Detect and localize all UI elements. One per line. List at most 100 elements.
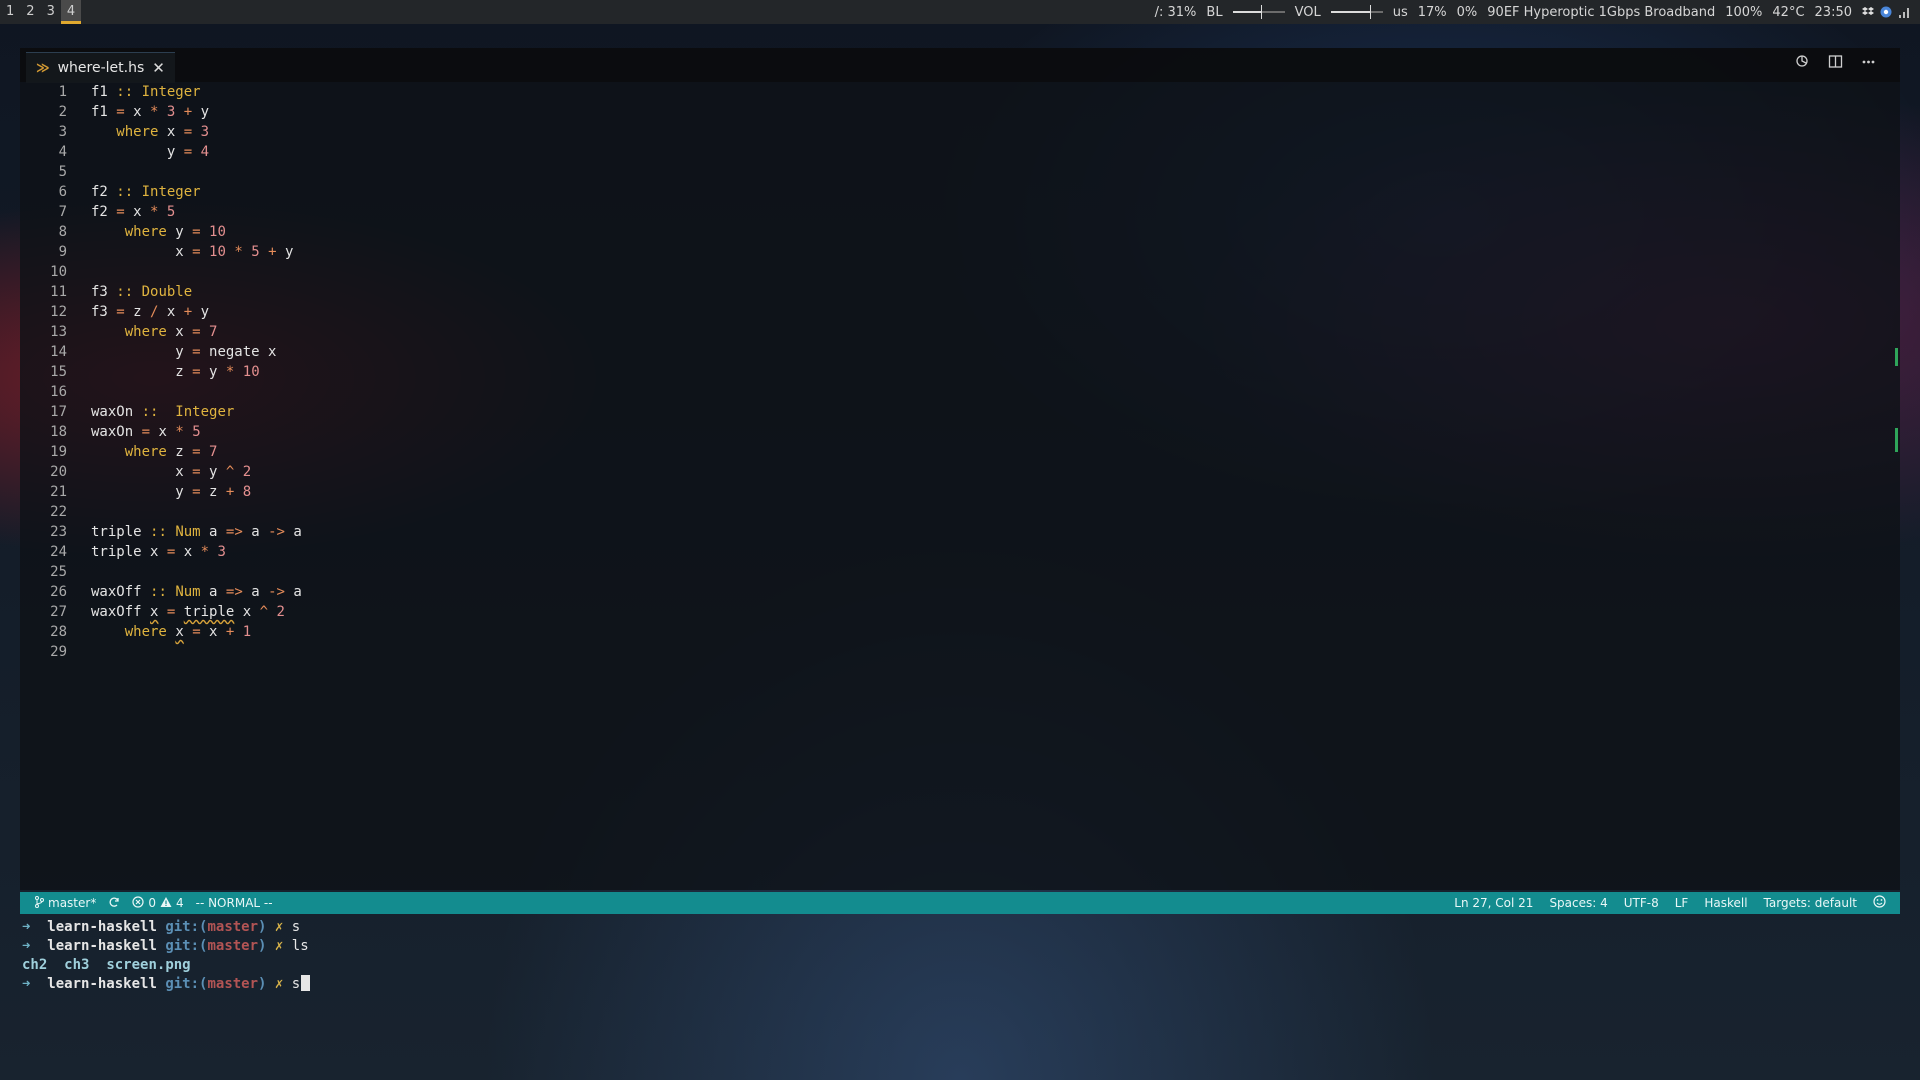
code-line[interactable]: 16: [20, 382, 1880, 402]
volume-meter[interactable]: [1330, 5, 1383, 19]
code-line[interactable]: 22: [20, 502, 1880, 522]
line-number: 21: [50, 484, 67, 500]
workspace-1[interactable]: 1: [0, 0, 20, 24]
wifi-icon[interactable]: [1898, 6, 1910, 18]
line-number: 15: [50, 364, 67, 380]
code-line[interactable]: 15 z = y * 10: [20, 362, 1880, 382]
keyboard-layout[interactable]: us: [1393, 5, 1408, 20]
split-editor-icon[interactable]: [1828, 54, 1843, 73]
line-number: 6: [58, 184, 67, 200]
line-number: 5: [58, 164, 67, 180]
workspace-3[interactable]: 3: [41, 0, 61, 24]
code-line[interactable]: 18 waxOn = x * 5: [20, 422, 1880, 442]
encoding[interactable]: UTF-8: [1624, 896, 1659, 910]
code-line[interactable]: 13 where x = 7: [20, 322, 1880, 342]
prompt-cwd: learn-haskell: [47, 919, 157, 935]
line-number: 10: [50, 264, 67, 280]
line-number: 2: [58, 104, 67, 120]
code-line[interactable]: 10: [20, 262, 1880, 282]
code-line[interactable]: 20 x = y ^ 2: [20, 462, 1880, 482]
terminal[interactable]: ➜ learn-haskell git:(master) ✗ s ➜ learn…: [20, 918, 1900, 1058]
line-number: 4: [58, 144, 67, 160]
workspace-2[interactable]: 2: [20, 0, 40, 24]
code-line[interactable]: 14 y = negate x: [20, 342, 1880, 362]
ls-entry: screen.png: [106, 957, 191, 973]
workspace-4[interactable]: 4: [60, 0, 82, 24]
code-line[interactable]: 23 triple :: Num a => a -> a: [20, 522, 1880, 542]
clock[interactable]: 23:50: [1815, 5, 1852, 20]
code-text: f1 = x * 3 + y: [91, 104, 210, 120]
cursor-position[interactable]: Ln 27, Col 21: [1454, 896, 1533, 910]
terminal-cursor: [301, 975, 311, 991]
language-mode[interactable]: Haskell: [1704, 896, 1747, 910]
prompt-dirty-mark: ✗: [274, 919, 284, 935]
terminal-command: ls: [291, 938, 309, 954]
code-line[interactable]: 5: [20, 162, 1880, 182]
dropbox-icon[interactable]: [1862, 6, 1874, 18]
code-line[interactable]: 8 where y = 10: [20, 222, 1880, 242]
git-branch-label: master*: [48, 896, 97, 910]
backlight-meter[interactable]: [1232, 5, 1285, 19]
problems-item[interactable]: 0 4: [132, 895, 184, 911]
indentation[interactable]: Spaces: 4: [1549, 896, 1607, 910]
network-indicator[interactable]: 90EF Hyperoptic 1Gbps Broadband: [1487, 5, 1715, 20]
code-line[interactable]: 9 x = 10 * 5 + y: [20, 242, 1880, 262]
code-line[interactable]: 17 waxOn :: Integer: [20, 402, 1880, 422]
prompt-git-close: ): [258, 919, 267, 935]
code-text: y = 4: [91, 144, 210, 160]
code-line[interactable]: 1 f1 :: Integer: [20, 82, 1880, 102]
memory-indicator: 0%: [1456, 4, 1478, 20]
code-line[interactable]: 12 f3 = z / x + y: [20, 302, 1880, 322]
code-text: triple x = x * 3: [91, 544, 226, 560]
browser-icon[interactable]: [1880, 6, 1892, 18]
code-line[interactable]: 19 where z = 7: [20, 442, 1880, 462]
code-text: where z = 7: [124, 444, 218, 460]
code-line[interactable]: 29: [20, 642, 1880, 662]
code-area[interactable]: 1 f1 :: Integer2 f1 = x * 3 + y3 where x =…: [20, 82, 1880, 882]
warning-icon: [160, 896, 172, 911]
prompt-git-close: ): [258, 938, 267, 954]
editor-tab[interactable]: ≫ where-let.hs ✕: [26, 52, 175, 83]
code-text: waxOff x = triple x ^ 2: [91, 604, 285, 620]
temperature-indicator: 42°C: [1772, 4, 1805, 20]
code-line[interactable]: 6 f2 :: Integer: [20, 182, 1880, 202]
code-text: where x = 3: [116, 124, 210, 140]
more-actions-icon[interactable]: [1861, 54, 1876, 73]
open-changes-icon[interactable]: [1795, 54, 1810, 73]
line-number: 13: [50, 324, 67, 340]
code-line[interactable]: 26 waxOff :: Num a => a -> a: [20, 582, 1880, 602]
code-line[interactable]: 25: [20, 562, 1880, 582]
code-text: f2 = x * 5: [91, 204, 176, 220]
close-icon[interactable]: ✕: [152, 59, 165, 77]
prompt-git: git:(: [165, 938, 208, 954]
code-line[interactable]: 27 waxOff x = triple x ^ 2: [20, 602, 1880, 622]
backlight-label: BL: [1206, 4, 1223, 20]
code-line[interactable]: 3 where x = 3: [20, 122, 1880, 142]
code-text: waxOff :: Num a => a -> a: [91, 584, 302, 600]
code-text: waxOn = x * 5: [91, 424, 201, 440]
code-line[interactable]: 4 y = 4: [20, 142, 1880, 162]
git-branch-icon: [34, 895, 44, 911]
code-line[interactable]: 21 y = z + 8: [20, 482, 1880, 502]
system-top-bar: 1234 /: 31% BL VOL us 17% 0% 90EF Hypero…: [0, 0, 1920, 24]
code-text: f3 = z / x + y: [91, 304, 210, 320]
feedback-smiley-icon[interactable]: [1873, 895, 1886, 911]
code-line[interactable]: 28 where x = x + 1: [20, 622, 1880, 642]
build-targets[interactable]: Targets: default: [1764, 896, 1857, 910]
prompt-branch: master: [207, 976, 259, 992]
code-text: f1 :: Integer: [91, 84, 201, 100]
line-ending[interactable]: LF: [1675, 896, 1689, 910]
sync-icon[interactable]: [108, 896, 120, 911]
line-number: 25: [50, 564, 67, 580]
code-line[interactable]: 2 f1 = x * 3 + y: [20, 102, 1880, 122]
code-line[interactable]: 24 triple x = x * 3: [20, 542, 1880, 562]
git-branch-item[interactable]: master*: [34, 895, 97, 911]
line-number: 3: [58, 124, 67, 140]
code-line[interactable]: 11 f3 :: Double: [20, 282, 1880, 302]
prompt-git: git:(: [165, 919, 208, 935]
line-number: 26: [50, 584, 67, 600]
code-line[interactable]: 7 f2 = x * 5: [20, 202, 1880, 222]
volume-label: VOL: [1294, 4, 1321, 20]
code-text: where x = x + 1: [124, 624, 252, 640]
terminal-line: ➜ learn-haskell git:(master) ✗ s: [20, 975, 1900, 994]
